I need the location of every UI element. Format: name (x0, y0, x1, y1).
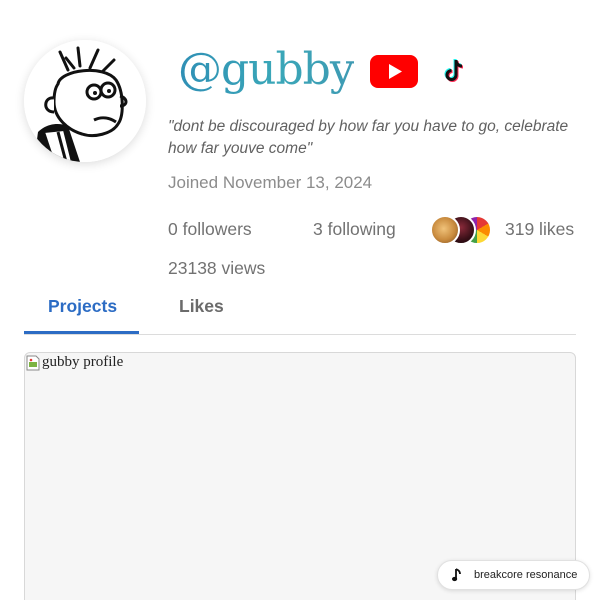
tab-projects[interactable]: Projects (48, 296, 117, 317)
tab-divider (24, 334, 576, 335)
followers-count[interactable]: 0 followers (168, 219, 252, 240)
profile-bio: "dont be discouraged by how far you have… (168, 118, 569, 157)
cartoon-kid-avatar (24, 40, 146, 162)
views-count: 23138 views (168, 258, 266, 278)
music-title: breakcore resonance (474, 569, 578, 581)
broken-image-icon (26, 355, 40, 370)
liked-by-avatars[interactable] (430, 215, 494, 245)
profile-avatar[interactable] (24, 40, 146, 162)
tab-likes[interactable]: Likes (179, 296, 224, 317)
following-count[interactable]: 3 following (313, 219, 396, 240)
music-chip[interactable]: breakcore resonance (437, 560, 590, 590)
youtube-icon[interactable] (370, 55, 418, 88)
joined-date: Joined November 13, 2024 (168, 173, 373, 192)
image-alt-text: gubby profile (42, 354, 124, 370)
liker-avatar (430, 215, 460, 245)
likes-count[interactable]: 319 likes (505, 219, 574, 240)
tiktok-icon[interactable] (444, 58, 466, 84)
project-image: gubby profile (26, 354, 123, 371)
music-note-icon (452, 568, 461, 582)
username: @gubby (178, 38, 355, 102)
